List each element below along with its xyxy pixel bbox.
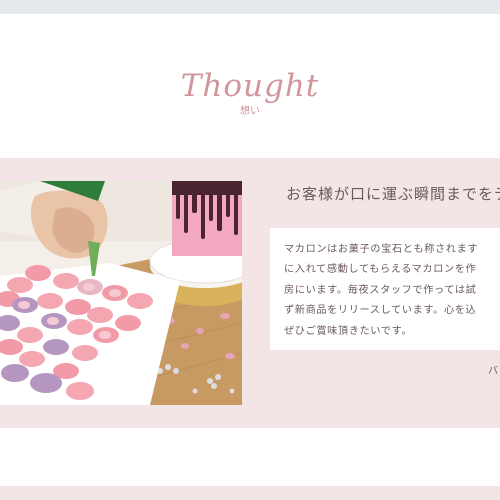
browser-top-bar bbox=[0, 0, 500, 14]
body-line: 房にいます。毎夜スタッフで作っては試 bbox=[284, 284, 477, 296]
body-line: ず新商品をリリースしています。心を込 bbox=[284, 305, 477, 317]
body-line: ぜひご賞味頂きたいです。 bbox=[284, 325, 413, 337]
more-link[interactable]: バ bbox=[488, 362, 498, 377]
section-heading: Thought 想い bbox=[0, 66, 500, 119]
body-line: マカロンはお菓子の宝石とも称されます bbox=[284, 244, 479, 255]
next-section-band bbox=[0, 486, 500, 500]
section-title: Thought bbox=[180, 68, 320, 104]
body-line: に入れて感動してもらえるマカロンを作 bbox=[284, 264, 477, 276]
section-subtitle: 想い bbox=[240, 106, 260, 117]
feature-headline: お客様が口に運ぶ瞬間までをテ bbox=[286, 185, 500, 203]
feature-text-box: マカロンはお菓子の宝石とも称されます に入れて感動してもらえるマカロンを作 房に… bbox=[270, 228, 500, 350]
macaron-photo bbox=[0, 181, 242, 405]
feature-body: マカロンはお菓子の宝石とも称されます に入れて感動してもらえるマカロンを作 房に… bbox=[270, 228, 500, 342]
